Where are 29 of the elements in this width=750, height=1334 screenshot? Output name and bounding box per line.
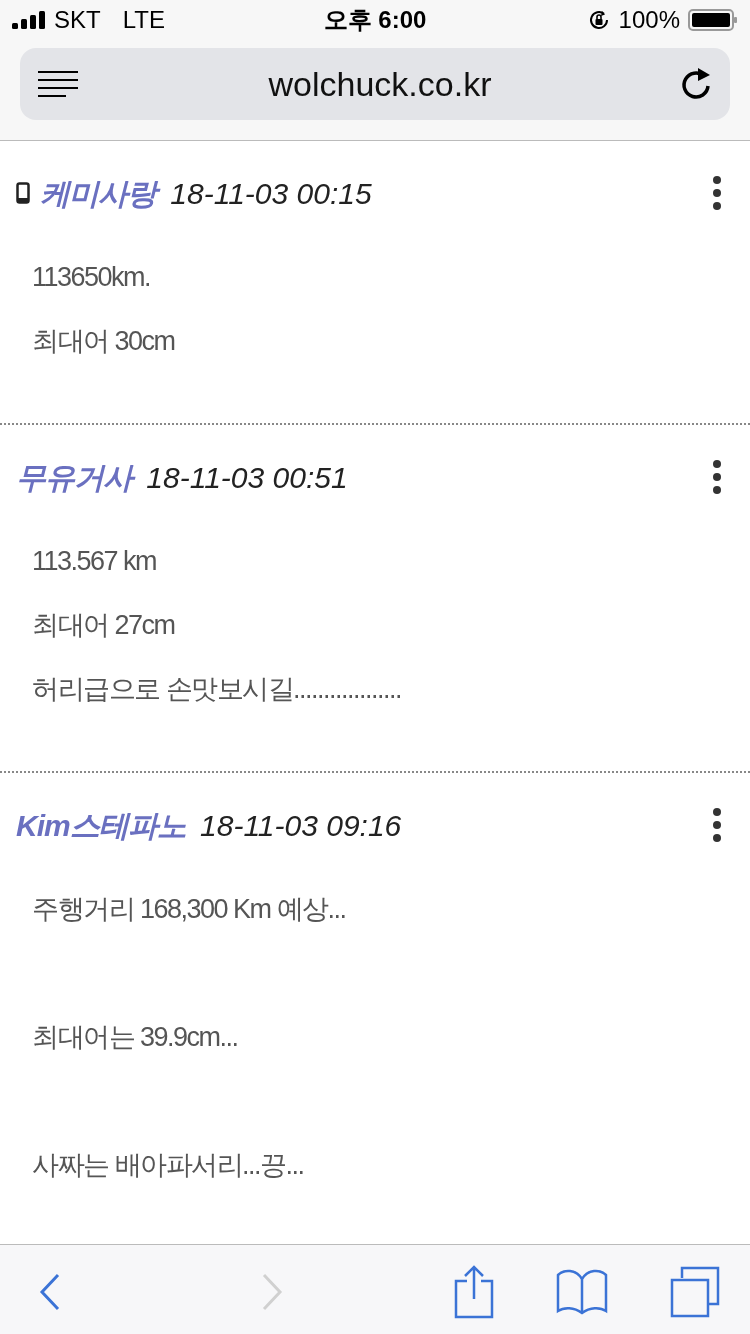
share-icon[interactable]: [454, 1264, 494, 1319]
comment-date: 18-11-03 00:15: [170, 176, 372, 210]
comment-text: 사짜는 배아파서리...끙...: [32, 1149, 305, 1182]
comment-author[interactable]: Kim스테파노: [16, 802, 192, 848]
comment-text: 최대어 27cm: [32, 609, 176, 642]
comment-text: 허리급으로 손맛보시길..................: [32, 673, 403, 706]
comment-date: 18-11-03 00:51: [146, 460, 348, 494]
carrier-name: SKT: [54, 5, 101, 35]
battery-icon: [688, 8, 738, 32]
network-type: LTE: [122, 5, 165, 35]
comment-author[interactable]: 무유거사: [16, 454, 138, 500]
battery-percent: 100%: [618, 5, 680, 35]
reload-icon[interactable]: [680, 66, 712, 102]
mobile-phone-icon: [16, 182, 30, 204]
comment-date: 18-11-03 09:16: [200, 808, 402, 842]
comment-text: 113650km.: [32, 261, 152, 294]
chevron-right-icon: [261, 1272, 283, 1311]
comment-author[interactable]: 케미사랑: [40, 170, 162, 216]
status-time: 오후 6:00: [323, 5, 427, 35]
comment-text: 최대어는 39.9cm...: [32, 1021, 239, 1054]
comment-text: 113.567 km: [32, 545, 158, 578]
comment-text: 최대어 30cm: [32, 325, 176, 358]
url-text: wolchuck.co.kr: [268, 63, 492, 105]
address-bar[interactable]: wolchuck.co.kr: [20, 48, 730, 120]
tabs-icon[interactable]: [670, 1265, 720, 1318]
reader-view-icon[interactable]: [38, 70, 80, 98]
chevron-left-icon: [39, 1272, 61, 1311]
signal-icon: [12, 11, 46, 29]
comment-text: 주행거리 168,300 Km 예상...: [32, 893, 347, 926]
